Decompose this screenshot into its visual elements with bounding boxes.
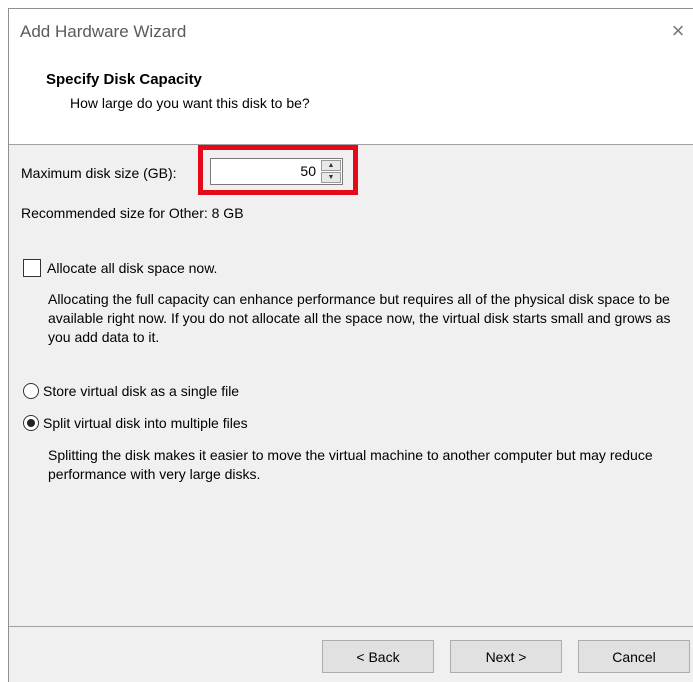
page-title: Specify Disk Capacity [46, 71, 202, 88]
allocate-all-label[interactable]: Allocate all disk space now. [47, 260, 217, 276]
split-description: Splitting the disk makes it easier to mo… [48, 447, 653, 482]
allocate-description: Allocating the full capacity can enhance… [48, 291, 671, 345]
add-hardware-wizard-dialog: Add Hardware Wizard × Specify Disk Capac… [8, 8, 693, 682]
recommended-size-text: Recommended size for Other: 8 GB [21, 205, 244, 221]
radio-selected-dot [27, 419, 35, 427]
close-icon[interactable]: × [663, 17, 693, 47]
split-files-radio[interactable] [23, 415, 39, 431]
next-button[interactable]: Next > [450, 640, 562, 673]
back-button[interactable]: < Back [322, 640, 434, 673]
disk-size-stepper[interactable]: 50 ▲ ▼ [210, 158, 343, 185]
title-bar: Add Hardware Wizard × [9, 9, 693, 57]
window-title: Add Hardware Wizard [20, 22, 187, 41]
allocate-all-checkbox[interactable] [23, 259, 41, 277]
footer-divider [9, 626, 693, 627]
disk-size-label: Maximum disk size (GB): [21, 165, 177, 181]
stepper-down-icon[interactable]: ▼ [321, 172, 341, 183]
single-file-label[interactable]: Store virtual disk as a single file [43, 383, 239, 399]
single-file-radio[interactable] [23, 383, 39, 399]
split-files-label[interactable]: Split virtual disk into multiple files [43, 415, 248, 431]
page-subtitle: How large do you want this disk to be? [70, 95, 310, 111]
stepper-up-icon[interactable]: ▲ [321, 160, 341, 171]
disk-size-input[interactable]: 50 [300, 163, 316, 179]
cancel-button[interactable]: Cancel [578, 640, 690, 673]
stepper-buttons: ▲ ▼ [321, 160, 341, 183]
wizard-header: Specify Disk Capacity How large do you w… [9, 57, 693, 145]
